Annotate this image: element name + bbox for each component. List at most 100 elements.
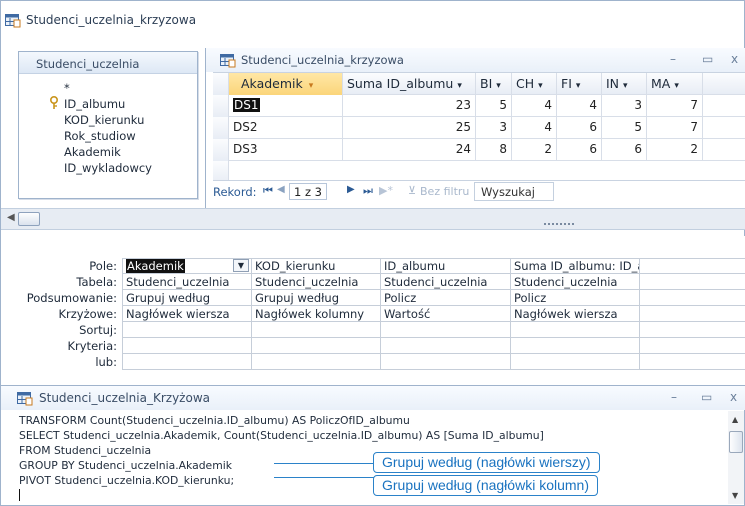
qbe-or-cell[interactable]: [511, 354, 640, 370]
scroll-left-icon[interactable]: ◀: [7, 212, 15, 223]
qbe-criteria-cell[interactable]: [252, 338, 381, 354]
qbe-table-cell[interactable]: Studenci_uczelnia: [252, 274, 381, 290]
qbe-table-cell[interactable]: Studenci_uczelnia: [381, 274, 511, 290]
column-header-fi[interactable]: FI ▾: [557, 73, 602, 95]
qbe-criteria-cell[interactable]: [511, 338, 640, 354]
field-id-albumu[interactable]: ID_albumu: [64, 97, 125, 111]
last-record-icon[interactable]: ⏭: [363, 184, 373, 198]
table-field-list-title[interactable]: Studenci_uczelnia: [19, 52, 197, 74]
cell-in[interactable]: 6: [602, 139, 647, 161]
row-selector[interactable]: [213, 95, 229, 117]
qbe-sort-cell[interactable]: [122, 322, 252, 338]
qbe-or-cell[interactable]: [640, 354, 745, 370]
field-kod-kierunku[interactable]: KOD_kierunku: [64, 113, 144, 127]
cell-ch[interactable]: 4: [512, 95, 557, 117]
cell-akademik[interactable]: DS2: [229, 117, 343, 139]
field-rok-studiow[interactable]: Rok_studiow: [64, 129, 136, 143]
qbe-field-cell[interactable]: Akademik ▼: [122, 258, 252, 274]
qbe-total-cell[interactable]: Grupuj według: [252, 290, 381, 306]
qbe-criteria-cell[interactable]: [381, 338, 511, 354]
table-field-list[interactable]: Studenci_uczelnia * ID_albumu KOD_kierun…: [18, 51, 198, 199]
column-header-akademik[interactable]: Akademik ▾: [229, 73, 343, 95]
close-button[interactable]: x: [731, 52, 738, 66]
cell-fi[interactable]: 6: [557, 139, 602, 161]
cell-fi[interactable]: 4: [557, 95, 602, 117]
cell-in[interactable]: 3: [602, 95, 647, 117]
cell-akademik[interactable]: DS1: [229, 95, 343, 117]
minimize-button[interactable]: –: [671, 390, 677, 404]
table-row[interactable]: DS1 23 5 4 4 3 7: [213, 95, 745, 117]
qbe-or-cell[interactable]: [381, 354, 511, 370]
sql-vertical-scrollbar[interactable]: ▲ ▼: [728, 411, 744, 504]
qbe-sort-cell[interactable]: [640, 322, 745, 338]
qbe-or-cell[interactable]: [252, 354, 381, 370]
first-record-icon[interactable]: ⏮: [263, 184, 273, 198]
cell-in[interactable]: 5: [602, 117, 647, 139]
cell-bi[interactable]: 3: [476, 117, 512, 139]
qbe-sort-cell[interactable]: [511, 322, 640, 338]
qbe-crosstab-cell[interactable]: Wartość: [381, 306, 511, 322]
record-position-input[interactable]: 1 z 3: [289, 183, 327, 200]
row-selector[interactable]: [213, 139, 229, 161]
cell-suma[interactable]: 25: [343, 117, 476, 139]
qbe-criteria-cell[interactable]: [640, 338, 745, 354]
scroll-thumb[interactable]: [729, 431, 743, 453]
column-header-in[interactable]: IN ▾: [602, 73, 647, 95]
search-input[interactable]: Wyszukaj: [474, 182, 554, 201]
qbe-total-cell[interactable]: Policz: [381, 290, 511, 306]
qbe-field-cell[interactable]: ID_albumu: [381, 258, 511, 274]
cell-ma[interactable]: 2: [647, 139, 703, 161]
field-id-wykladowcy[interactable]: ID_wykladowcy: [64, 161, 152, 175]
qbe-crosstab-cell[interactable]: Nagłówek wiersza: [122, 306, 252, 322]
qbe-sort-cell[interactable]: [252, 322, 381, 338]
table-row[interactable]: DS2 25 3 4 6 5 7: [213, 117, 745, 139]
qbe-table-cell[interactable]: Studenci_uczelnia: [511, 274, 640, 290]
qbe-field-cell[interactable]: Suma ID_albumu: ID_a: [511, 258, 640, 274]
select-all-cell[interactable]: [213, 73, 229, 95]
minimize-button[interactable]: –: [670, 52, 676, 66]
cell-suma[interactable]: 24: [343, 139, 476, 161]
qbe-sort-cell[interactable]: [381, 322, 511, 338]
maximize-button[interactable]: ▭: [702, 52, 713, 66]
next-record-icon[interactable]: ▶: [347, 184, 355, 195]
qbe-total-cell[interactable]: Grupuj według: [122, 290, 252, 306]
column-header-ma[interactable]: MA ▾: [647, 73, 703, 95]
design-horizontal-scrollbar[interactable]: ◀: [1, 208, 745, 230]
qbe-field-cell[interactable]: KOD_kierunku: [252, 258, 381, 274]
field-akademik[interactable]: Akademik: [64, 145, 121, 159]
cell-ch[interactable]: 2: [512, 139, 557, 161]
splitter-grip[interactable]: [544, 223, 574, 225]
row-selector[interactable]: [213, 117, 229, 139]
qbe-crosstab-cell[interactable]: Nagłówek wiersza: [511, 306, 640, 322]
qbe-total-cell[interactable]: Policz: [511, 290, 640, 306]
qbe-total-cell[interactable]: [640, 290, 745, 306]
qbe-crosstab-cell[interactable]: [640, 306, 745, 322]
maximize-button[interactable]: ▭: [701, 390, 712, 404]
qbe-table-cell[interactable]: [640, 274, 745, 290]
column-header-ch[interactable]: CH ▾: [512, 73, 557, 95]
cell-ch[interactable]: 4: [512, 117, 557, 139]
field-all[interactable]: *: [64, 81, 70, 95]
datasheet-grid[interactable]: Akademik ▾ Suma ID_albumu ▾ BI ▾ CH ▾ FI ▾ IN…: [213, 72, 745, 183]
new-record-icon[interactable]: ▶*: [379, 184, 393, 197]
cell-bi[interactable]: 5: [476, 95, 512, 117]
cell-ma[interactable]: 7: [647, 95, 703, 117]
cell-suma[interactable]: 23: [343, 95, 476, 117]
cell-ma[interactable]: 7: [647, 117, 703, 139]
qbe-crosstab-cell[interactable]: Nagłówek kolumny: [252, 306, 381, 322]
qbe-or-cell[interactable]: [122, 354, 252, 370]
filter-status[interactable]: Bez filtru: [420, 185, 469, 198]
column-header-bi[interactable]: BI ▾: [476, 73, 512, 95]
sql-editor[interactable]: TRANSFORM Count(Studenci_uczelnia.ID_alb…: [5, 411, 727, 503]
column-header-suma[interactable]: Suma ID_albumu ▾: [343, 73, 476, 95]
qbe-criteria-cell[interactable]: [122, 338, 252, 354]
scroll-thumb[interactable]: [18, 212, 40, 226]
dropdown-arrow-icon[interactable]: ▼: [233, 259, 249, 272]
close-button[interactable]: x: [730, 390, 737, 404]
scroll-up-icon[interactable]: ▲: [732, 415, 738, 424]
previous-record-icon[interactable]: ◀: [277, 184, 285, 195]
cell-fi[interactable]: 6: [557, 117, 602, 139]
qbe-table-cell[interactable]: Studenci_uczelnia: [122, 274, 252, 290]
cell-akademik[interactable]: DS3: [229, 139, 343, 161]
qbe-field-cell[interactable]: [640, 258, 745, 274]
